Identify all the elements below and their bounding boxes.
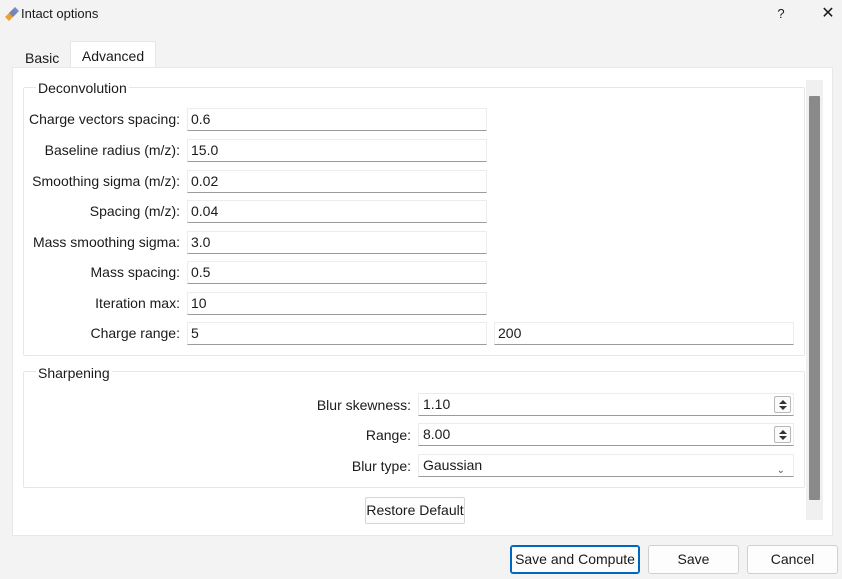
mass-smoothing-sigma-input[interactable]: 3.0 [187, 231, 487, 254]
blur-skewness-value: 1.10 [423, 396, 451, 412]
blur-skewness-label: Blur skewness: [316, 397, 411, 413]
spacing-input[interactable]: 0.04 [187, 200, 487, 223]
charge-vectors-spacing-label: Charge vectors spacing: [29, 111, 180, 127]
blur-type-value: Gaussian [423, 457, 483, 473]
restore-default-button[interactable]: Restore Default [365, 497, 465, 524]
smoothing-sigma-input[interactable]: 0.02 [187, 170, 487, 193]
help-button[interactable]: ? [774, 5, 788, 23]
chevron-up-icon[interactable] [779, 400, 787, 404]
blur-type-select[interactable]: Gaussian ⌄ [418, 454, 794, 477]
iteration-max-label: Iteration max: [95, 295, 180, 311]
chevron-up-icon[interactable] [779, 430, 787, 434]
window-title: Intact options [21, 6, 99, 21]
spacing-label: Spacing (m/z): [89, 203, 180, 219]
range-label: Range: [365, 427, 411, 443]
charge-vectors-spacing-input[interactable]: 0.6 [187, 108, 487, 131]
mass-spacing-label: Mass spacing: [90, 264, 180, 280]
blur-skewness-spinbox[interactable]: 1.10 [418, 393, 794, 416]
charge-range-label: Charge range: [90, 325, 180, 341]
chevron-down-icon[interactable] [779, 406, 787, 410]
app-icon [5, 7, 19, 21]
tab-advanced[interactable]: Advanced [70, 41, 156, 69]
title-bar: Intact options ? ✕ [0, 0, 842, 28]
charge-range-max-input[interactable]: 200 [494, 322, 794, 345]
save-and-compute-button[interactable]: Save and Compute [510, 545, 640, 574]
blur-skewness-stepper[interactable] [774, 396, 791, 413]
baseline-radius-input[interactable]: 15.0 [187, 139, 487, 162]
smoothing-sigma-label: Smoothing sigma (m/z): [32, 173, 180, 189]
range-spinbox[interactable]: 8.00 [418, 423, 794, 446]
scrollbar-thumb[interactable] [809, 96, 820, 500]
mass-spacing-input[interactable]: 0.5 [187, 261, 487, 284]
iteration-max-input[interactable]: 10 [187, 292, 487, 315]
cancel-button[interactable]: Cancel [747, 545, 838, 574]
range-value: 8.00 [423, 426, 451, 442]
mass-smoothing-sigma-label: Mass smoothing sigma: [32, 234, 180, 250]
save-button[interactable]: Save [648, 545, 739, 574]
chevron-down-icon: ⌄ [776, 465, 785, 476]
charge-range-min-input[interactable]: 5 [187, 322, 487, 345]
baseline-radius-label: Baseline radius (m/z): [44, 142, 180, 158]
close-icon[interactable]: ✕ [818, 4, 838, 24]
sharpening-group-title: Sharpening [36, 365, 112, 381]
range-stepper[interactable] [774, 426, 791, 443]
deconvolution-group-title: Deconvolution [36, 80, 129, 96]
blur-type-label: Blur type: [351, 458, 411, 474]
chevron-down-icon[interactable] [779, 436, 787, 440]
